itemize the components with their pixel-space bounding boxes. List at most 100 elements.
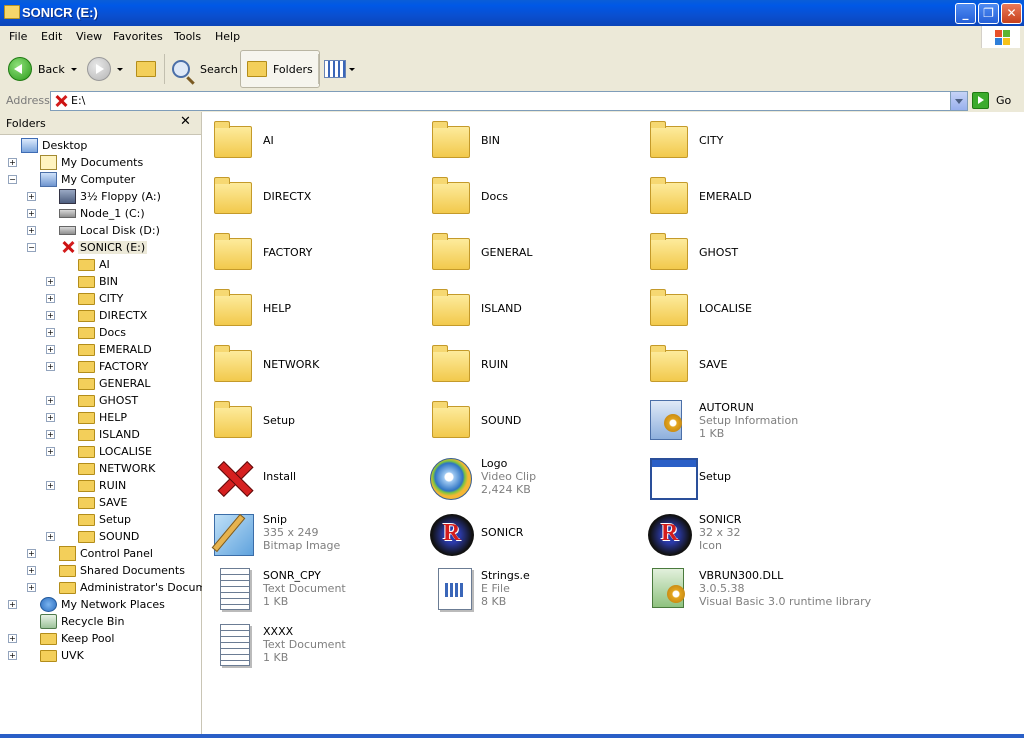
- file-item[interactable]: DIRECTX: [206, 172, 416, 222]
- expand-icon[interactable]: +: [27, 226, 36, 235]
- file-item[interactable]: SOUND: [424, 396, 634, 446]
- tree-item[interactable]: + FACTORY: [0, 358, 200, 375]
- tree-item[interactable]: + Shared Documents: [0, 562, 200, 579]
- file-item[interactable]: Install: [206, 452, 416, 502]
- tree-item[interactable]: NETWORK: [0, 460, 200, 477]
- address-input[interactable]: E:\: [50, 91, 968, 111]
- expand-icon[interactable]: +: [27, 209, 36, 218]
- tree-item[interactable]: + DIRECTX: [0, 307, 200, 324]
- expand-icon[interactable]: +: [46, 413, 55, 422]
- expand-icon[interactable]: +: [27, 583, 36, 592]
- tree-item[interactable]: + GHOST: [0, 392, 200, 409]
- tree-item[interactable]: − My Computer: [0, 171, 200, 188]
- menu-tools[interactable]: Tools: [174, 30, 201, 43]
- back-button[interactable]: Back: [8, 52, 77, 86]
- menu-help[interactable]: Help: [215, 30, 240, 43]
- close-pane-button[interactable]: ✕: [180, 114, 191, 129]
- menu-view[interactable]: View: [76, 30, 102, 43]
- tree-item[interactable]: + HELP: [0, 409, 200, 426]
- file-item[interactable]: Snip 335 x 249 Bitmap Image: [206, 508, 416, 558]
- tree-item[interactable]: Setup: [0, 511, 200, 528]
- expand-icon[interactable]: +: [46, 294, 55, 303]
- expand-icon[interactable]: +: [46, 311, 55, 320]
- expand-icon[interactable]: +: [8, 158, 17, 167]
- file-item[interactable]: Logo Video Clip 2,424 KB: [424, 452, 634, 502]
- tree-item[interactable]: Recycle Bin: [0, 613, 200, 630]
- collapse-icon[interactable]: −: [8, 175, 17, 184]
- file-item[interactable]: VBRUN300.DLL 3.0.5.38 Visual Basic 3.0 run…: [642, 564, 871, 614]
- tree-item[interactable]: + Local Disk (D:): [0, 222, 200, 239]
- close-button[interactable]: ✕: [1001, 3, 1022, 24]
- file-item[interactable]: ISLAND: [424, 284, 634, 334]
- expand-icon[interactable]: +: [27, 549, 36, 558]
- file-item[interactable]: SAVE: [642, 340, 852, 390]
- tree-item[interactable]: GENERAL: [0, 375, 200, 392]
- tree-item[interactable]: + CITY: [0, 290, 200, 307]
- tree-item[interactable]: +3½ Floppy (A:): [0, 188, 200, 205]
- tree-item[interactable]: + Administrator's Documents: [0, 579, 230, 596]
- go-button[interactable]: Go: [972, 92, 1011, 109]
- tree-item[interactable]: + Keep Pool: [0, 630, 200, 647]
- expand-icon[interactable]: +: [8, 634, 17, 643]
- expand-icon[interactable]: +: [46, 328, 55, 337]
- collapse-icon[interactable]: −: [27, 243, 36, 252]
- tree-item[interactable]: + Node_1 (C:): [0, 205, 200, 222]
- file-item[interactable]: Docs: [424, 172, 634, 222]
- file-item[interactable]: Setup: [206, 396, 416, 446]
- expand-icon[interactable]: +: [46, 396, 55, 405]
- file-item[interactable]: XXXX Text Document 1 KB: [206, 620, 416, 670]
- menu-file[interactable]: File: [9, 30, 27, 43]
- file-item[interactable]: AUTORUN Setup Information 1 KB: [642, 396, 852, 446]
- file-item[interactable]: SONICR32 x 32Icon: [642, 508, 852, 558]
- file-item[interactable]: BIN: [424, 116, 634, 166]
- expand-icon[interactable]: +: [46, 345, 55, 354]
- menu-favorites[interactable]: Favorites: [113, 30, 163, 43]
- file-item[interactable]: LOCALISE: [642, 284, 852, 334]
- tree-item[interactable]: + LOCALISE: [0, 443, 200, 460]
- up-folder-button[interactable]: [136, 52, 156, 86]
- file-item[interactable]: NETWORK: [206, 340, 416, 390]
- expand-icon[interactable]: +: [27, 566, 36, 575]
- tree-item[interactable]: + EMERALD: [0, 341, 200, 358]
- tree-item[interactable]: + SOUND: [0, 528, 200, 545]
- tree-item[interactable]: + BIN: [0, 273, 200, 290]
- file-item[interactable]: CITY: [642, 116, 852, 166]
- file-item[interactable]: AI: [206, 116, 416, 166]
- file-item[interactable]: GENERAL: [424, 228, 634, 278]
- file-item[interactable]: GHOST: [642, 228, 852, 278]
- maximize-button[interactable]: ❐: [978, 3, 999, 24]
- file-item[interactable]: SONICR: [424, 508, 634, 558]
- tree-item[interactable]: + Docs: [0, 324, 200, 341]
- file-item[interactable]: Strings.e E File 8 KB: [424, 564, 634, 614]
- menu-edit[interactable]: Edit: [41, 30, 62, 43]
- views-button[interactable]: [324, 52, 355, 86]
- tree-item[interactable]: + Control Panel: [0, 545, 200, 562]
- tree-item[interactable]: + RUIN: [0, 477, 200, 494]
- forward-button[interactable]: [87, 52, 123, 86]
- expand-icon[interactable]: +: [46, 481, 55, 490]
- tree-item[interactable]: + ISLAND: [0, 426, 200, 443]
- file-item[interactable]: EMERALD: [642, 172, 852, 222]
- file-item[interactable]: FACTORY: [206, 228, 416, 278]
- expand-icon[interactable]: +: [46, 532, 55, 541]
- expand-icon[interactable]: +: [46, 362, 55, 371]
- tree-item[interactable]: AI: [0, 256, 200, 273]
- file-item[interactable]: Setup: [642, 452, 852, 502]
- file-item[interactable]: HELP: [206, 284, 416, 334]
- expand-icon[interactable]: +: [46, 430, 55, 439]
- file-item[interactable]: RUIN: [424, 340, 634, 390]
- expand-icon[interactable]: +: [8, 600, 17, 609]
- file-item[interactable]: SONR_CPY Text Document 1 KB: [206, 564, 416, 614]
- expand-icon[interactable]: +: [27, 192, 36, 201]
- address-dropdown-button[interactable]: [950, 92, 967, 110]
- search-button[interactable]: Search: [172, 52, 238, 86]
- tree-item[interactable]: + My Documents: [0, 154, 200, 171]
- tree-item[interactable]: Desktop: [0, 137, 200, 154]
- tree-item[interactable]: + My Network Places: [0, 596, 200, 613]
- expand-icon[interactable]: +: [46, 277, 55, 286]
- tree-item[interactable]: − SONICR (E:): [0, 239, 200, 256]
- tree-item[interactable]: + UVK: [0, 647, 200, 664]
- expand-icon[interactable]: +: [8, 651, 17, 660]
- tree-item[interactable]: SAVE: [0, 494, 200, 511]
- folders-button[interactable]: Folders: [240, 50, 320, 88]
